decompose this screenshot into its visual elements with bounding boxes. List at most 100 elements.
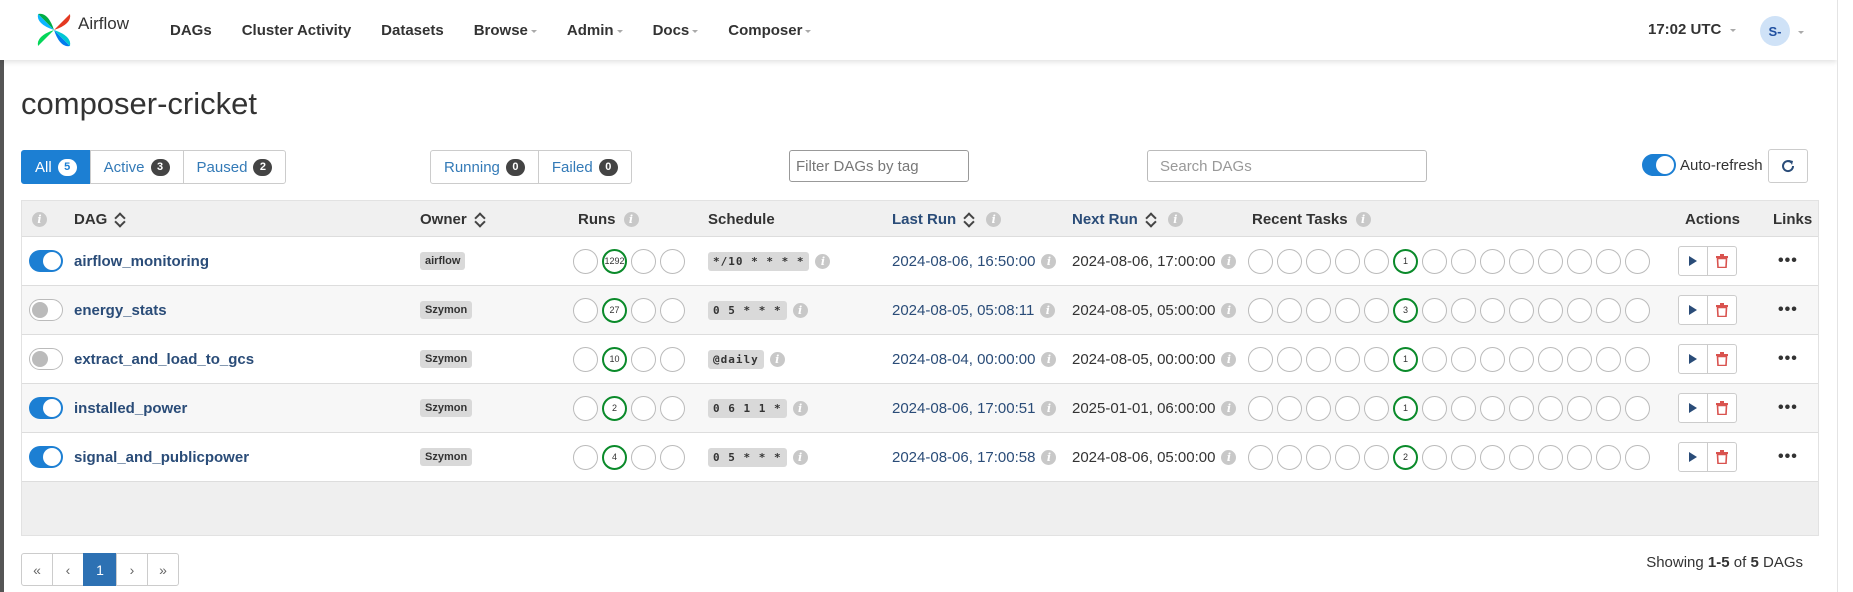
task-state-circle[interactable] <box>1451 444 1476 470</box>
run-state-failed[interactable] <box>660 297 685 323</box>
info-icon[interactable]: i <box>792 449 808 465</box>
dag-pause-toggle[interactable] <box>29 348 63 370</box>
col-last-run[interactable]: Last Run i <box>892 201 1002 237</box>
info-icon[interactable]: i <box>1221 253 1237 269</box>
filter-running-button[interactable]: Running 0 <box>430 150 539 184</box>
task-state-circle[interactable] <box>1335 346 1360 372</box>
task-state-circle[interactable] <box>1538 297 1563 323</box>
task-state-success[interactable]: 2 <box>1393 444 1418 470</box>
task-state-circle[interactable] <box>1306 346 1331 372</box>
nav-item-composer[interactable]: Composer <box>728 22 812 39</box>
more-links-icon[interactable]: ••• <box>1778 448 1798 466</box>
task-state-circle[interactable] <box>1422 297 1447 323</box>
task-state-circle[interactable] <box>1567 444 1592 470</box>
dag-pause-toggle[interactable] <box>29 250 63 272</box>
info-icon[interactable]: i <box>792 302 808 318</box>
run-state-queued[interactable] <box>573 395 598 421</box>
task-state-circle[interactable] <box>1596 248 1621 274</box>
nav-item-docs[interactable]: Docs <box>653 22 699 39</box>
task-state-circle[interactable] <box>1277 444 1302 470</box>
task-state-circle[interactable] <box>1567 297 1592 323</box>
brand-logo[interactable]: Airflow <box>34 8 129 52</box>
info-icon[interactable]: i <box>815 253 831 269</box>
task-state-circle[interactable] <box>1451 395 1476 421</box>
task-state-circle[interactable] <box>1596 346 1621 372</box>
info-icon[interactable]: i <box>769 351 785 367</box>
task-state-circle[interactable] <box>1567 346 1592 372</box>
schedule-tag[interactable]: @daily <box>708 349 764 369</box>
task-state-circle[interactable] <box>1509 346 1534 372</box>
more-links-icon[interactable]: ••• <box>1778 350 1798 368</box>
search-input[interactable] <box>1147 150 1427 182</box>
run-state-queued[interactable] <box>573 248 598 274</box>
tag-filter-input[interactable] <box>789 150 969 182</box>
task-state-circle[interactable] <box>1335 297 1360 323</box>
task-state-circle[interactable] <box>1480 346 1505 372</box>
info-icon[interactable]: i <box>1041 351 1057 367</box>
trigger-dag-button[interactable] <box>1678 344 1708 374</box>
task-state-circle[interactable] <box>1306 444 1331 470</box>
filter-active-button[interactable]: Active 3 <box>89 150 184 184</box>
filter-paused-button[interactable]: Paused 2 <box>182 150 287 184</box>
run-state-running[interactable] <box>631 346 656 372</box>
schedule-tag[interactable]: */10 * * * * <box>708 251 810 271</box>
task-state-circle[interactable] <box>1538 395 1563 421</box>
run-state-failed[interactable] <box>660 444 685 470</box>
filter-failed-button[interactable]: Failed 0 <box>537 150 632 184</box>
run-state-failed[interactable] <box>660 248 685 274</box>
dag-link[interactable]: extract_and_load_to_gcs <box>74 351 254 368</box>
task-state-circle[interactable] <box>1364 248 1389 274</box>
trigger-dag-button[interactable] <box>1678 442 1708 472</box>
user-menu[interactable]: S- <box>1760 16 1804 46</box>
task-state-circle[interactable] <box>1509 444 1534 470</box>
last-run-link[interactable]: 2024-08-06, 16:50:00 <box>892 253 1035 270</box>
task-state-circle[interactable] <box>1596 395 1621 421</box>
task-state-circle[interactable] <box>1277 346 1302 372</box>
run-state-queued[interactable] <box>573 444 598 470</box>
dag-pause-toggle[interactable] <box>29 299 63 321</box>
task-state-circle[interactable] <box>1422 444 1447 470</box>
nav-item-browse[interactable]: Browse <box>474 22 537 39</box>
task-state-success[interactable]: 1 <box>1393 346 1418 372</box>
info-icon[interactable]: i <box>1041 253 1057 269</box>
task-state-circle[interactable] <box>1538 248 1563 274</box>
autorefresh-toggle[interactable] <box>1642 154 1676 176</box>
task-state-circle[interactable] <box>1480 248 1505 274</box>
task-state-circle[interactable] <box>1248 444 1273 470</box>
info-icon[interactable]: i <box>1221 449 1237 465</box>
info-icon[interactable]: i <box>623 211 639 227</box>
task-state-circle[interactable] <box>1625 248 1650 274</box>
task-state-circle[interactable] <box>1509 248 1534 274</box>
task-state-circle[interactable] <box>1364 297 1389 323</box>
task-state-circle[interactable] <box>1364 395 1389 421</box>
last-run-link[interactable]: 2024-08-05, 05:08:11 <box>892 302 1034 319</box>
task-state-circle[interactable] <box>1538 346 1563 372</box>
info-icon[interactable]: i <box>792 400 808 416</box>
task-state-circle[interactable] <box>1422 346 1447 372</box>
delete-dag-button[interactable] <box>1707 246 1737 276</box>
dag-pause-toggle[interactable] <box>29 397 63 419</box>
task-state-success[interactable]: 1 <box>1393 248 1418 274</box>
info-icon[interactable]: i <box>1041 449 1057 465</box>
trigger-dag-button[interactable] <box>1678 393 1708 423</box>
info-icon[interactable]: i <box>1355 211 1371 227</box>
delete-dag-button[interactable] <box>1707 344 1737 374</box>
task-state-circle[interactable] <box>1364 444 1389 470</box>
page-last-button[interactable]: » <box>147 553 179 586</box>
task-state-circle[interactable] <box>1625 297 1650 323</box>
task-state-circle[interactable] <box>1451 248 1476 274</box>
dag-link[interactable]: energy_stats <box>74 302 167 319</box>
dag-link[interactable]: signal_and_publicpower <box>74 449 249 466</box>
task-state-circle[interactable] <box>1625 444 1650 470</box>
select-all-info[interactable]: i <box>32 201 47 237</box>
run-state-success[interactable]: 4 <box>602 444 627 470</box>
task-state-circle[interactable] <box>1451 346 1476 372</box>
page-prev-button[interactable]: ‹ <box>52 553 84 586</box>
run-state-running[interactable] <box>631 395 656 421</box>
task-state-circle[interactable] <box>1277 395 1302 421</box>
run-state-success[interactable]: 1292 <box>602 248 627 274</box>
page-first-button[interactable]: « <box>21 553 53 586</box>
delete-dag-button[interactable] <box>1707 442 1737 472</box>
task-state-circle[interactable] <box>1248 297 1273 323</box>
col-owner[interactable]: Owner <box>420 201 485 237</box>
